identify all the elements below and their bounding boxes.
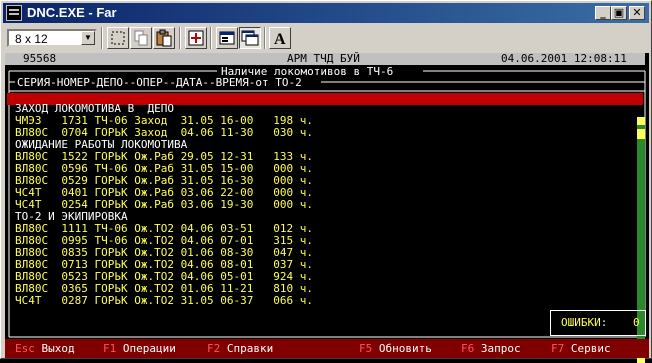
fkey-f2[interactable]: F2 Справки: [207, 343, 273, 355]
errors-box: ОШИБКИ: 0: [550, 310, 646, 336]
window-title: DNC.EXE - Far: [27, 5, 117, 20]
fkey-f7[interactable]: F7 Сервис: [551, 343, 611, 355]
toolbar-separator: [179, 27, 181, 49]
close-icon[interactable]: ✕: [629, 6, 645, 20]
console-area[interactable]: 95568 АРМ ТЧД БУЙ 04.06.2001 12:08:11 На…: [5, 53, 649, 363]
font-icon[interactable]: A: [269, 27, 291, 49]
svg-text:A: A: [274, 31, 286, 48]
scroll-thumb[interactable]: [637, 129, 645, 139]
function-key-bar: Esc Выход F1 Операции F2 Справки F5 Обно…: [5, 339, 649, 358]
properties-icon[interactable]: [216, 27, 238, 49]
fullscreen-icon[interactable]: [185, 27, 207, 49]
table-row[interactable]: ЧС4Т 0287 ГОРЬК Ож.ТО2 31.05 06-37 066 ч…: [15, 295, 313, 307]
errors-count: 0: [633, 316, 640, 329]
font-size-select[interactable]: 8 x 12 ▼: [7, 29, 97, 47]
toolbar-separator: [264, 27, 266, 49]
scroll-up-icon[interactable]: [637, 117, 645, 125]
minimize-icon[interactable]: _: [595, 6, 611, 20]
select-icon[interactable]: [107, 27, 129, 49]
fkey-f5[interactable]: F5 Обновить: [359, 343, 432, 355]
console-window: DNC.EXE - Far _ ▣ ✕ 8 x 12 ▼ A 95568 АРМ…: [0, 0, 652, 363]
copy-icon[interactable]: [130, 27, 152, 49]
toolbar-separator: [210, 27, 212, 49]
toolbar: 8 x 12 ▼ A: [3, 24, 649, 52]
font-size-value: 8 x 12: [15, 32, 48, 46]
toolbar-separator: [101, 27, 103, 49]
column-header: СЕРИЯ-НОМЕР-ДЕПО--ОПЕР--ДАТА--ВРЕМЯ-от Т…: [17, 76, 302, 89]
paste-icon[interactable]: [153, 27, 175, 49]
restore-icon[interactable]: ▣: [611, 6, 627, 20]
background-icon[interactable]: [239, 27, 261, 49]
fkey-f1[interactable]: F1 Операции: [103, 343, 176, 355]
fkey-esc[interactable]: Esc Выход: [15, 343, 75, 355]
errors-label: ОШИБКИ:: [561, 316, 608, 329]
chevron-down-icon[interactable]: ▼: [81, 31, 95, 45]
fkey-f6[interactable]: F6 Запрос: [461, 343, 521, 355]
title-bar[interactable]: DNC.EXE - Far _ ▣ ✕: [3, 3, 649, 23]
console-app-icon[interactable]: [6, 5, 22, 21]
